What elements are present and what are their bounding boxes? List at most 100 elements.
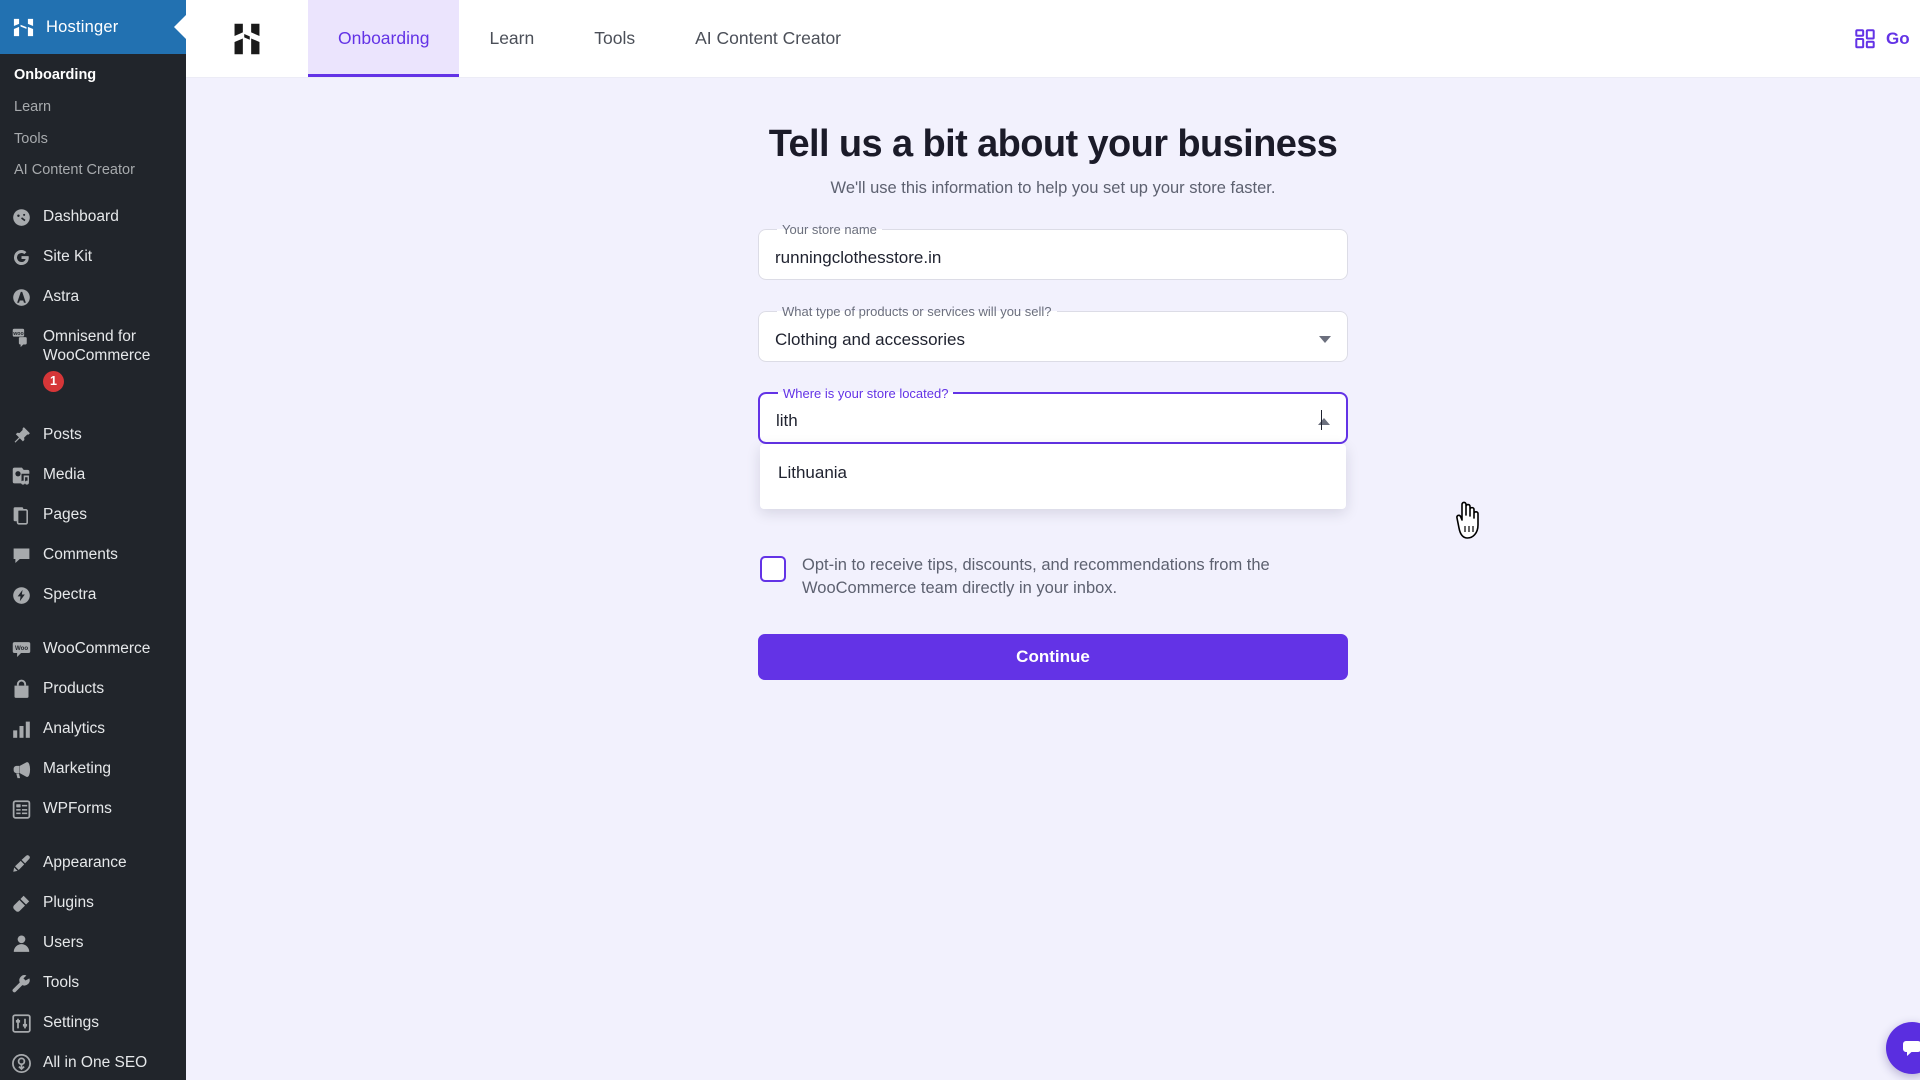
products-bag-icon: [14, 680, 29, 699]
spectra-bolt-icon: [13, 587, 30, 605]
sidebar-item-omnisend-for-woocommerce[interactable]: woo Omnisend for WooCommerce 1: [0, 317, 186, 401]
sidebar-item-all-in-one-seo[interactable]: All in One SEO: [0, 1043, 186, 1080]
sidebar-item-pages[interactable]: Pages: [0, 495, 186, 535]
topbar-logo-cell[interactable]: [186, 0, 308, 77]
pointing-hand-cursor: [1456, 501, 1479, 539]
sidebar-item-label: Marketing: [43, 760, 112, 778]
tab-tools[interactable]: Tools: [564, 0, 665, 77]
google-site-kit-icon: [13, 249, 29, 266]
pages-icon: [13, 507, 28, 526]
user-icon: [13, 935, 30, 953]
settings-sliders-icon: [12, 1014, 31, 1034]
woo-icon: Woo: [12, 642, 31, 658]
sidebar-item-label: Media: [43, 466, 86, 484]
sidebar-separator: [0, 401, 186, 415]
sidebar-item-settings[interactable]: Settings: [0, 1003, 186, 1043]
optin-checkbox[interactable]: [760, 555, 786, 582]
paintbrush-icon: [13, 855, 30, 873]
tab-onboarding[interactable]: Onboarding: [308, 0, 460, 77]
store-name-field[interactable]: Your store name: [758, 221, 1348, 280]
sidebar-subitem-tools[interactable]: Tools: [0, 124, 186, 156]
chevron-down-icon[interactable]: [1319, 336, 1331, 344]
hostinger-topbar: Onboarding Learn Tools AI Content Creator G…: [186, 0, 1920, 78]
sidebar-item-spectra[interactable]: Spectra: [0, 575, 186, 615]
dropdown-option-lithuania[interactable]: Lithuania: [760, 453, 1346, 493]
sidebar-separator: [0, 829, 186, 843]
app-root: Hostinger Onboarding Learn Tools AI Content…: [0, 0, 1920, 1080]
sidebar-subitem-ai-content-creator[interactable]: AI Content Creator: [0, 155, 186, 187]
tab-ai-content-creator[interactable]: AI Content Creator: [665, 0, 871, 77]
aioseo-icon: [12, 1054, 31, 1074]
sidebar-item-plugins[interactable]: Plugins: [0, 883, 186, 923]
sidebar-item-site-kit[interactable]: Site Kit: [0, 237, 186, 277]
sidebar-item-label: WooCommerce: [43, 640, 151, 658]
wpforms-icon: [12, 800, 31, 820]
sidebar-subitem-learn[interactable]: Learn: [0, 92, 186, 124]
store-name-input[interactable]: [773, 247, 1333, 268]
sidebar-item-label: Products: [43, 680, 105, 698]
sidebar-item-tools[interactable]: Tools: [0, 963, 186, 1003]
analytics-bars-icon: [13, 722, 30, 739]
sidebar-item-woocommerce[interactable]: Woo WooCommerce: [0, 629, 186, 669]
sidebar-item-appearance[interactable]: Appearance: [0, 843, 186, 883]
sidebar-item-label: Posts: [43, 426, 82, 444]
sidebar-subitems: Onboarding Learn Tools AI Content Creator: [0, 54, 186, 197]
sidebar-item-label: WPForms: [43, 800, 112, 818]
sidebar-item-marketing[interactable]: Marketing: [0, 749, 186, 789]
sidebar-item-label: Users: [43, 934, 84, 952]
sidebar-separator: [0, 615, 186, 629]
grid-apps-icon: [1855, 28, 1875, 48]
wrench-icon: [12, 975, 30, 993]
topbar-right-label: Go: [1886, 28, 1910, 48]
optin-label: Opt-in to receive tips, discounts, and r…: [802, 555, 1270, 598]
sidebar-item-label: Comments: [43, 546, 118, 564]
sidebar-brand-hostinger[interactable]: Hostinger: [0, 0, 186, 54]
svg-text:woo: woo: [12, 331, 24, 337]
sidebar-item-users[interactable]: Users: [0, 923, 186, 963]
comment-icon: [13, 548, 30, 564]
sidebar-item-wpforms[interactable]: WPForms: [0, 789, 186, 829]
sidebar-item-analytics[interactable]: Analytics: [0, 709, 186, 749]
product-type-label: What type of products or services will y…: [782, 303, 1052, 319]
sidebar-brand-label: Hostinger: [46, 17, 119, 36]
plug-icon: [13, 895, 30, 913]
sidebar-item-label: Site Kit: [43, 248, 93, 265]
topbar-tabs: Onboarding Learn Tools AI Content Creator: [308, 0, 871, 77]
page-title: Tell us a bit about your business: [768, 123, 1338, 165]
pin-icon: [14, 427, 30, 444]
sidebar-item-label: Settings: [43, 1014, 100, 1032]
sidebar-item-label: All in One SEO: [43, 1054, 148, 1072]
sidebar-item-label: Astra: [43, 288, 80, 305]
chat-bubble-icon: [1903, 1041, 1920, 1056]
support-chat-fab[interactable]: [1886, 1022, 1920, 1074]
sidebar-item-media[interactable]: Media: [0, 455, 186, 495]
store-location-input[interactable]: lith: [774, 410, 1322, 431]
store-location-field[interactable]: Where is your store located? lith Lithua…: [758, 385, 1348, 509]
sidebar-active-caret: [174, 14, 186, 40]
sidebar-item-label: Tools: [43, 974, 80, 992]
product-type-value: Clothing and accessories: [775, 329, 965, 349]
sidebar-item-comments[interactable]: Comments: [0, 535, 186, 575]
page-subtitle: We'll use this information to help you s…: [830, 178, 1276, 197]
topbar-right-actions[interactable]: Go: [1854, 0, 1920, 77]
product-type-field[interactable]: What type of products or services will y…: [758, 303, 1348, 362]
continue-button[interactable]: Continue: [758, 634, 1348, 681]
sidebar-item-products[interactable]: Products: [0, 669, 186, 709]
astra-icon: [13, 289, 30, 306]
tab-learn[interactable]: Learn: [459, 0, 564, 77]
main-content: Onboarding Learn Tools AI Content Creator G…: [186, 0, 1920, 1080]
hostinger-logo-icon: [13, 18, 34, 36]
svg-text:Woo: Woo: [15, 645, 28, 652]
store-name-label: Your store name: [782, 221, 877, 237]
media-icon: [12, 468, 30, 486]
sidebar-item-posts[interactable]: Posts: [0, 415, 186, 455]
sidebar-item-label: Spectra: [43, 586, 97, 604]
woo-plugin-icon: woo: [12, 328, 27, 348]
store-location-dropdown: Lithuania: [760, 443, 1346, 509]
sidebar-subitem-onboarding[interactable]: Onboarding: [0, 60, 186, 92]
sidebar-item-astra[interactable]: Astra: [0, 277, 186, 317]
sidebar-item-label: Dashboard: [43, 208, 119, 225]
dashboard-icon: [13, 209, 30, 226]
sidebar-item-label: Appearance: [43, 854, 127, 872]
sidebar-item-dashboard[interactable]: Dashboard: [0, 197, 186, 237]
